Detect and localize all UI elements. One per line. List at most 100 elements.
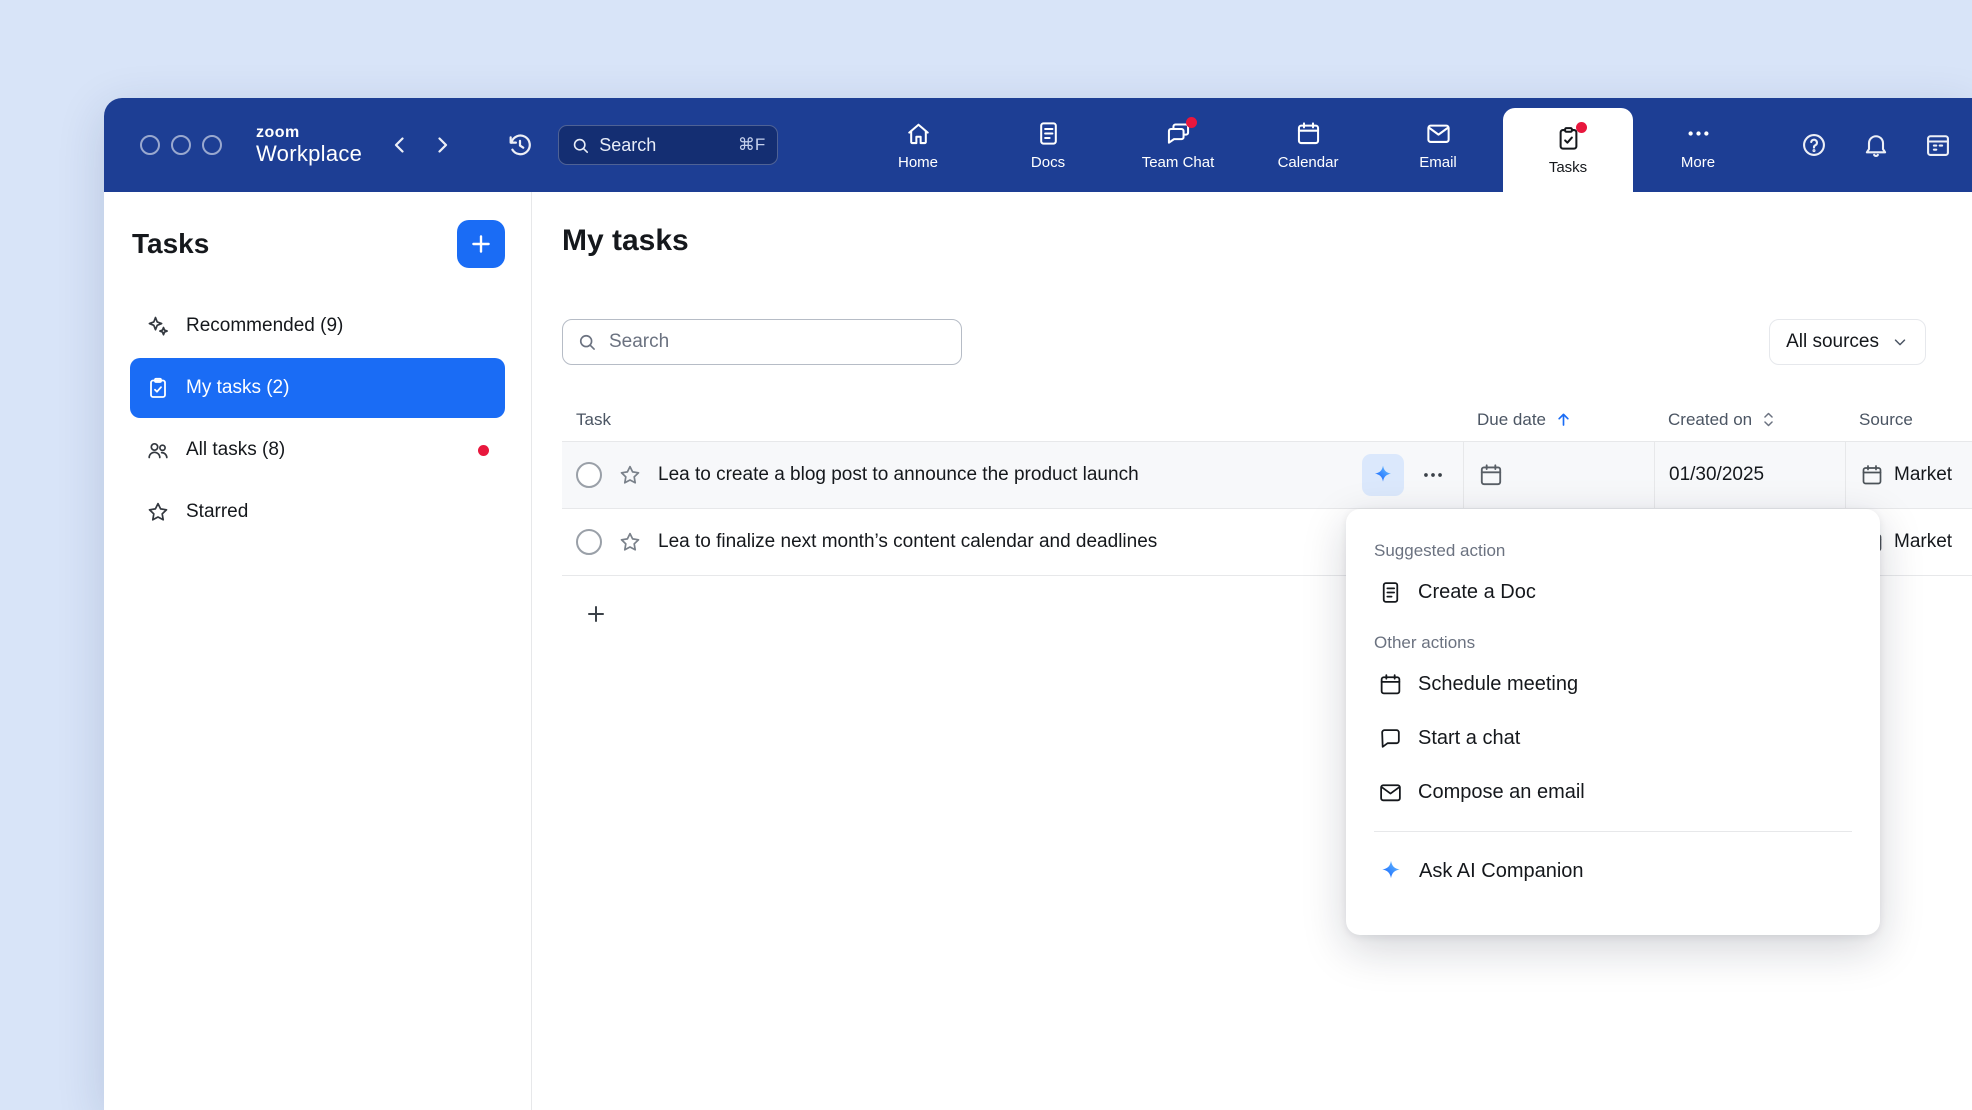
menu-item-compose-email[interactable]: Compose an email [1374, 765, 1852, 819]
page-title: My tasks [562, 224, 689, 258]
nav-item-more[interactable]: More [1633, 98, 1763, 192]
tasks-icon [1555, 125, 1582, 152]
task-search[interactable] [562, 319, 962, 365]
sidebar-item-my-tasks[interactable]: My tasks (2) [130, 358, 505, 418]
calendar-icon [1295, 120, 1322, 147]
task-cell: Lea to create a blog post to announce th… [562, 454, 1463, 496]
star-task-button[interactable] [618, 463, 642, 487]
nav-label: Tasks [1549, 159, 1587, 176]
task-complete-checkbox[interactable] [576, 462, 602, 488]
list-controls: All sources [562, 319, 1972, 365]
star-icon [618, 530, 642, 554]
created-on-date: 01/30/2025 [1669, 464, 1764, 486]
my-tasks-icon [146, 376, 170, 400]
nav-label: Home [898, 154, 938, 171]
schedule-button[interactable] [1924, 131, 1952, 159]
window-zoom-button[interactable] [202, 135, 222, 155]
nav-item-tasks[interactable]: Tasks [1503, 108, 1633, 192]
ai-companion-icon [1371, 463, 1395, 487]
more-icon [1685, 120, 1712, 147]
menu-item-label: Compose an email [1418, 781, 1585, 804]
menu-item-label: Start a chat [1418, 727, 1520, 750]
column-label: Task [576, 410, 611, 430]
help-button[interactable] [1800, 131, 1828, 159]
nav-item-email[interactable]: Email [1373, 98, 1503, 192]
window-controls [140, 135, 222, 155]
new-task-button[interactable] [457, 220, 505, 268]
calendar-icon [1378, 672, 1403, 697]
search-icon [577, 332, 597, 352]
chevron-left-icon [388, 133, 412, 157]
chevron-down-icon [1891, 333, 1909, 351]
team-chat-icon [1165, 120, 1192, 147]
sidebar-item-recommended[interactable]: Recommended (9) [130, 296, 505, 356]
nav-label: Email [1419, 154, 1457, 171]
sidebar-item-label: My tasks (2) [186, 377, 289, 399]
nav-item-home[interactable]: Home [853, 98, 983, 192]
forward-button[interactable] [430, 133, 454, 157]
chat-icon [1378, 726, 1403, 751]
calendar-add-icon [1478, 462, 1504, 488]
nav-label: Docs [1031, 154, 1065, 171]
email-icon [1425, 120, 1452, 147]
back-button[interactable] [388, 133, 412, 157]
recents-button[interactable] [506, 131, 534, 159]
sidebar-item-starred[interactable]: Starred [130, 482, 505, 542]
source-label: Market [1894, 531, 1952, 553]
global-search-placeholder: Search [599, 135, 656, 156]
tasks-notification-dot [1576, 122, 1587, 133]
menu-item-create-doc[interactable]: Create a Doc [1374, 565, 1852, 619]
sources-filter-label: All sources [1786, 331, 1879, 353]
menu-item-label: Ask AI Companion [1419, 860, 1584, 883]
table-header: Task Due date Created on Source [562, 398, 1972, 442]
column-label: Created on [1668, 410, 1752, 430]
menu-item-start-chat[interactable]: Start a chat [1374, 711, 1852, 765]
bell-icon [1862, 131, 1890, 159]
suggested-actions-menu: Suggested action Create a Doc Other acti… [1346, 509, 1880, 935]
set-due-date-button[interactable] [1478, 462, 1504, 488]
task-complete-checkbox[interactable] [576, 529, 602, 555]
more-actions-button[interactable] [1420, 462, 1446, 488]
column-header-created-on[interactable]: Created on [1654, 410, 1845, 430]
menu-item-label: Schedule meeting [1418, 673, 1578, 696]
ai-companion-button[interactable] [1362, 454, 1404, 496]
window-minimize-button[interactable] [171, 135, 191, 155]
sidebar-list: Recommended (9) My tasks (2) All tasks (… [104, 296, 531, 542]
menu-divider [1374, 831, 1852, 832]
all-tasks-notification-dot [478, 445, 489, 456]
star-icon [146, 500, 170, 524]
add-task-inline-button[interactable] [580, 598, 612, 630]
menu-section-label: Suggested action [1374, 541, 1852, 561]
column-header-source[interactable]: Source [1845, 410, 1972, 430]
docs-icon [1035, 120, 1062, 147]
nav-item-docs[interactable]: Docs [983, 98, 1113, 192]
column-header-task[interactable]: Task [562, 410, 1463, 430]
notifications-button[interactable] [1862, 131, 1890, 159]
top-bar: zoom Workplace Search ⌘F [104, 98, 1972, 192]
sidebar-title: Tasks [132, 228, 209, 260]
menu-item-schedule-meeting[interactable]: Schedule meeting [1374, 657, 1852, 711]
logo-product-text: Workplace [256, 142, 362, 165]
sort-ascending-icon [1554, 410, 1573, 429]
source-calendar-icon [1860, 463, 1884, 487]
sources-filter-dropdown[interactable]: All sources [1769, 319, 1926, 365]
column-label: Due date [1477, 410, 1546, 430]
primary-nav: Home Docs Team Chat Calendar [853, 98, 1763, 192]
task-search-input[interactable] [607, 330, 947, 354]
window-close-button[interactable] [140, 135, 160, 155]
nav-item-calendar[interactable]: Calendar [1243, 98, 1373, 192]
topbar-utilities [1800, 98, 1952, 192]
column-label: Source [1859, 410, 1913, 430]
tasks-sidebar: Tasks Recommended (9) My tasks (2) [104, 192, 532, 1110]
nav-label: Team Chat [1142, 154, 1215, 171]
menu-item-ask-ai-companion[interactable]: Ask AI Companion [1374, 844, 1852, 898]
nav-item-team-chat[interactable]: Team Chat [1113, 98, 1243, 192]
global-search[interactable]: Search ⌘F [558, 125, 778, 165]
task-row[interactable]: Lea to create a blog post to announce th… [562, 442, 1972, 509]
star-task-button[interactable] [618, 530, 642, 554]
help-icon [1800, 131, 1828, 159]
home-icon [905, 120, 932, 147]
sidebar-item-all-tasks[interactable]: All tasks (8) [130, 420, 505, 480]
column-header-due-date[interactable]: Due date [1463, 410, 1654, 430]
star-icon [618, 463, 642, 487]
